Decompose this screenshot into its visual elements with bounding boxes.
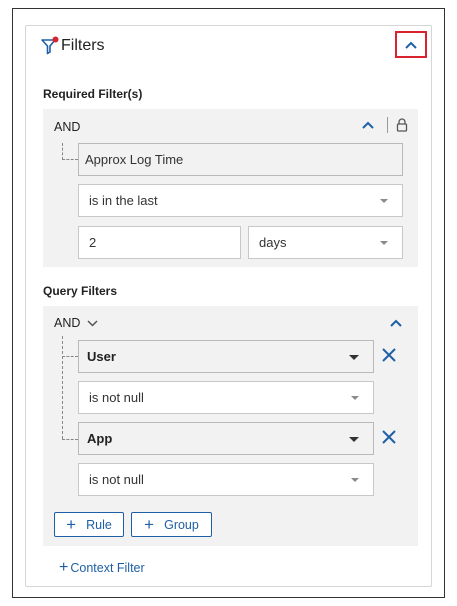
caret-down-icon [380,198,388,203]
caret-down-icon [380,240,388,245]
required-field-name: Approx Log Time [78,143,403,176]
rule-field-select[interactable]: User [78,340,374,373]
query-operator-dropdown[interactable]: AND [54,316,80,330]
rule-condition-select[interactable]: is not null [78,463,374,496]
required-condition-select[interactable]: is in the last [78,184,403,217]
add-rule-button[interactable]: + Rule [54,512,124,537]
divider [387,117,388,133]
plus-icon: + [59,559,69,576]
tree-connector [62,143,78,160]
tree-branch [62,356,78,357]
chevron-up-icon[interactable] [361,118,375,132]
required-amount-input[interactable]: 2 [78,226,241,259]
plus-icon: + [144,515,155,534]
add-group-button[interactable]: + Group [131,512,212,537]
remove-rule-icon[interactable] [380,428,398,446]
required-operator: AND [54,120,81,134]
tree-connector [62,336,78,439]
caret-down-icon [351,395,359,400]
caret-down-icon [351,477,359,482]
chevron-up-icon[interactable] [389,316,403,330]
chevron-down-icon[interactable] [85,316,99,330]
panel-title: Filters [61,37,105,54]
caret-down-icon [349,436,359,442]
collapse-filters-button[interactable] [395,31,427,58]
rule-condition-select[interactable]: is not null [78,381,374,414]
query-filters-label: Query Filters [43,284,118,298]
rule-field-select[interactable]: App [78,422,374,455]
tree-branch [62,439,78,440]
chevron-up-icon [405,36,417,54]
add-context-filter-link[interactable]: + Context Filter [59,560,145,576]
required-filters-label: Required Filter(s) [43,87,143,101]
filter-icon [40,36,60,56]
lock-icon [395,117,409,133]
remove-rule-icon[interactable] [380,346,398,364]
caret-down-icon [349,354,359,360]
required-unit-select[interactable]: days [248,226,403,259]
plus-icon: + [66,515,77,534]
